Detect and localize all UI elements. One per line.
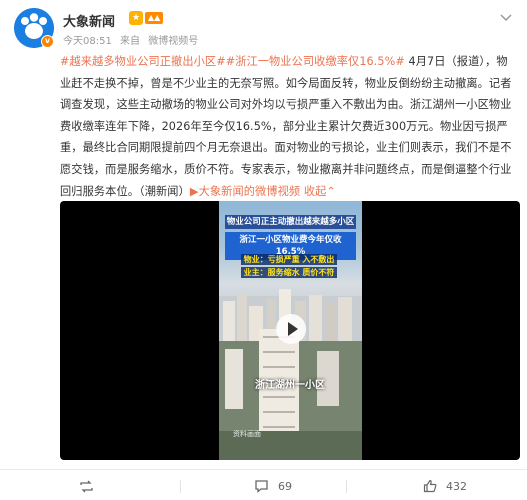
account-name[interactable]: 大象新闻 (63, 11, 115, 30)
member-badge-icon: ▲▲ (145, 12, 164, 24)
repost-icon (80, 480, 93, 492)
video-source-label: 资料画面 (233, 430, 261, 438)
video-place-label: 浙江湖州一小区 (255, 380, 325, 391)
post-time[interactable]: 今天08:51 (63, 36, 112, 47)
action-bar: 69 432 (0, 472, 527, 500)
action-separator (346, 480, 347, 493)
actions-divider (0, 469, 527, 470)
video-caption-property: 物业：亏损严重 入不敷出 (241, 254, 337, 265)
comment-button[interactable]: 69 (254, 472, 292, 500)
video-frame: 物业公司正主动撤出越来越多小区 浙江一小区物业费今年仅收16.5% 物业：亏损严… (219, 201, 362, 460)
video-player[interactable]: 物业公司正主动撤出越来越多小区 浙江一小区物业费今年仅收16.5% 物业：亏损严… (60, 201, 520, 460)
hashtag-link[interactable]: #浙江一物业公司收缴率仅16.5%# (226, 55, 405, 68)
post-text: #越来越多物业公司正撤出小区##浙江一物业公司收缴率仅16.5%# 4月7日（报… (60, 51, 512, 202)
gold-medal-icon: ★ (129, 11, 143, 25)
post-header: v 大象新闻 ★ ▲▲ 今天08:51 来自 微博视频号 (14, 8, 514, 48)
verified-badge-icon: v (41, 35, 54, 48)
hashtag-link[interactable]: #越来越多物业公司正撤出小区# (60, 55, 226, 68)
like-count: 432 (446, 479, 467, 493)
like-button[interactable]: 432 (423, 472, 467, 500)
chevron-down-icon[interactable] (500, 14, 512, 22)
video-link-icon[interactable]: ▶ (190, 185, 199, 198)
collapse-link[interactable]: 收起 (304, 185, 327, 198)
comment-icon (255, 480, 268, 493)
video-caption-owners: 业主：服务缩水 质价不符 (241, 267, 337, 278)
chevron-up-icon[interactable]: ⌃ (326, 185, 335, 198)
post-source: 微博视频号 (148, 36, 199, 47)
post-body: 4月7日（报道），物业赶不走换不掉，曾是不少业主的无奈写照。如今局面反转，物业反… (60, 55, 512, 198)
video-caption-title: 物业公司正主动撤出越来越多小区 (225, 215, 356, 229)
source-prefix: 来自 (120, 36, 141, 47)
action-separator (180, 480, 181, 493)
like-icon (423, 479, 437, 493)
post-meta: 今天08:51 来自 微博视频号 (63, 32, 203, 47)
comment-count: 69 (278, 479, 292, 493)
repost-button[interactable] (79, 472, 103, 500)
video-link[interactable]: 大象新闻的微博视频 (199, 185, 301, 198)
play-icon[interactable] (276, 314, 306, 344)
